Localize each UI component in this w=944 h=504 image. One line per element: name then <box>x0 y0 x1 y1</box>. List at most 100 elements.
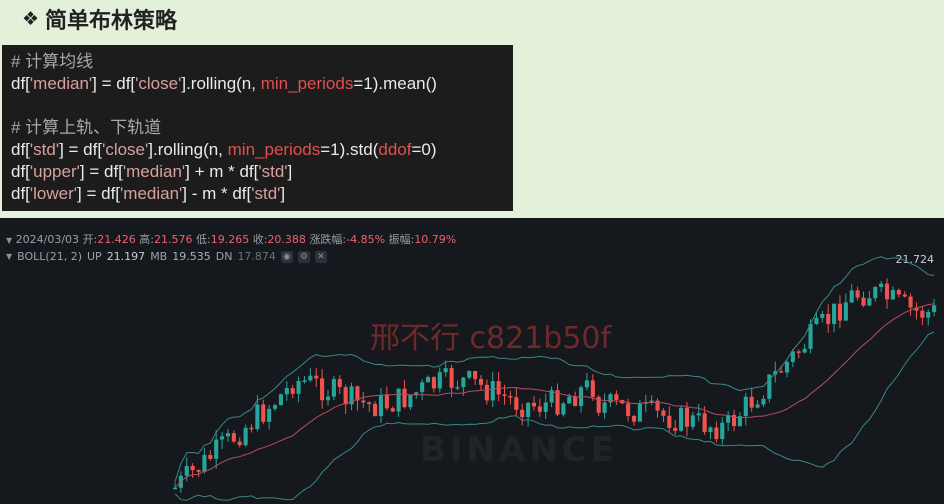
candle-body <box>455 387 460 389</box>
candle-body <box>384 395 389 409</box>
code-token: # 计算上轨、下轨道 <box>11 118 162 137</box>
candle-body <box>820 313 825 318</box>
candle-body <box>608 394 613 403</box>
code-token: ] <box>280 184 286 203</box>
candle-body <box>932 305 937 312</box>
code-token: 'upper' <box>29 162 80 181</box>
candle-body <box>320 378 325 401</box>
candle-body <box>514 397 519 410</box>
code-token: 'lower' <box>29 184 78 203</box>
candle-body <box>679 407 684 431</box>
code-token: ] <box>287 162 293 181</box>
candle-body <box>343 387 348 405</box>
candle-body <box>508 396 513 398</box>
slide-title: ❖ 简单布林策略 <box>22 3 177 35</box>
diamond-bullet-icon: ❖ <box>22 8 40 30</box>
candle-body <box>802 348 807 353</box>
code-token: min_periods <box>260 74 354 93</box>
candle-body <box>520 409 525 418</box>
candle-body <box>249 427 254 430</box>
candle-body <box>926 311 931 318</box>
candle-body <box>902 294 907 297</box>
code-token: ].rolling(n, <box>181 74 261 93</box>
candle-body <box>220 436 225 440</box>
code-token: 'std' <box>251 184 281 203</box>
code-token: df[ <box>11 162 30 181</box>
candle-body <box>690 415 695 427</box>
candle-body <box>714 427 719 440</box>
candle-body <box>172 487 178 490</box>
candle-body <box>826 313 831 325</box>
candle-body <box>761 398 766 405</box>
candle-body <box>661 410 666 416</box>
candle-body <box>537 406 542 412</box>
code-block: # 计算均线 df['median'] = df['close'].rolling… <box>2 45 513 211</box>
candle-body <box>626 403 631 416</box>
candle-body <box>431 377 436 389</box>
author-watermark: 邢不行 c821b50f <box>370 321 612 356</box>
candle-body <box>749 396 754 408</box>
candle-body <box>378 395 384 417</box>
code-token: ] = df[ <box>79 162 123 181</box>
candle-body <box>272 405 278 409</box>
candle-body <box>396 388 401 412</box>
candle-body <box>779 371 784 373</box>
candle-body <box>231 433 236 442</box>
code-line: df['upper'] = df['median'] + m * df['std… <box>11 161 504 183</box>
candle-body <box>214 439 219 459</box>
slide-title-text: 简单布林策略 <box>45 9 178 34</box>
candle-body <box>667 415 672 428</box>
candle-body <box>361 400 366 403</box>
candle-body <box>390 408 395 412</box>
code-token: df[ <box>11 184 30 203</box>
candle-body <box>814 317 819 325</box>
candle-body <box>502 394 507 397</box>
code-line: df['median'] = df['close'].rolling(n, mi… <box>11 73 504 95</box>
code-token: min_periods <box>227 140 321 159</box>
candle-body <box>190 465 195 471</box>
candle-body <box>208 454 213 459</box>
boll-lower-band <box>174 331 935 501</box>
candle-body <box>873 287 878 299</box>
candle-body <box>373 403 378 417</box>
candle-body <box>867 298 872 306</box>
candle-body <box>302 380 307 382</box>
binance-watermark: BINANCE <box>420 430 618 470</box>
code-token: =1).mean() <box>353 74 437 93</box>
candle-body <box>843 302 848 321</box>
candle-body <box>855 290 860 298</box>
candle-body <box>473 371 478 379</box>
code-token: 'std' <box>258 162 288 181</box>
code-token: =0) <box>411 140 437 159</box>
candle-body <box>837 303 843 321</box>
code-token: 'close' <box>135 74 182 93</box>
candle-body <box>296 380 301 394</box>
candle-body <box>449 368 454 388</box>
candle-body <box>920 310 925 318</box>
code-line: # 计算均线 <box>11 51 504 73</box>
code-token: ] = df[ <box>59 140 103 159</box>
candle-body <box>702 413 707 433</box>
candle-body <box>437 372 442 389</box>
candle-body <box>202 454 207 472</box>
candle-body <box>267 408 272 422</box>
code-token: ddof <box>378 140 412 159</box>
code-token: 'close' <box>102 140 149 159</box>
candle-body <box>278 394 283 406</box>
candle-body <box>708 427 713 433</box>
candle-body <box>490 381 495 401</box>
candle-body <box>237 441 242 446</box>
candle-body <box>543 402 548 412</box>
candle-body <box>896 289 901 295</box>
candle-body <box>861 297 866 306</box>
candle-body <box>631 415 637 422</box>
candle-body <box>890 289 895 300</box>
candle-body <box>484 384 489 401</box>
candle-body <box>832 303 837 325</box>
code-token: 'std' <box>29 140 60 159</box>
code-token: df[ <box>11 140 30 159</box>
candle-body <box>526 402 531 418</box>
candle-body <box>784 361 790 373</box>
candle-body <box>478 378 484 385</box>
